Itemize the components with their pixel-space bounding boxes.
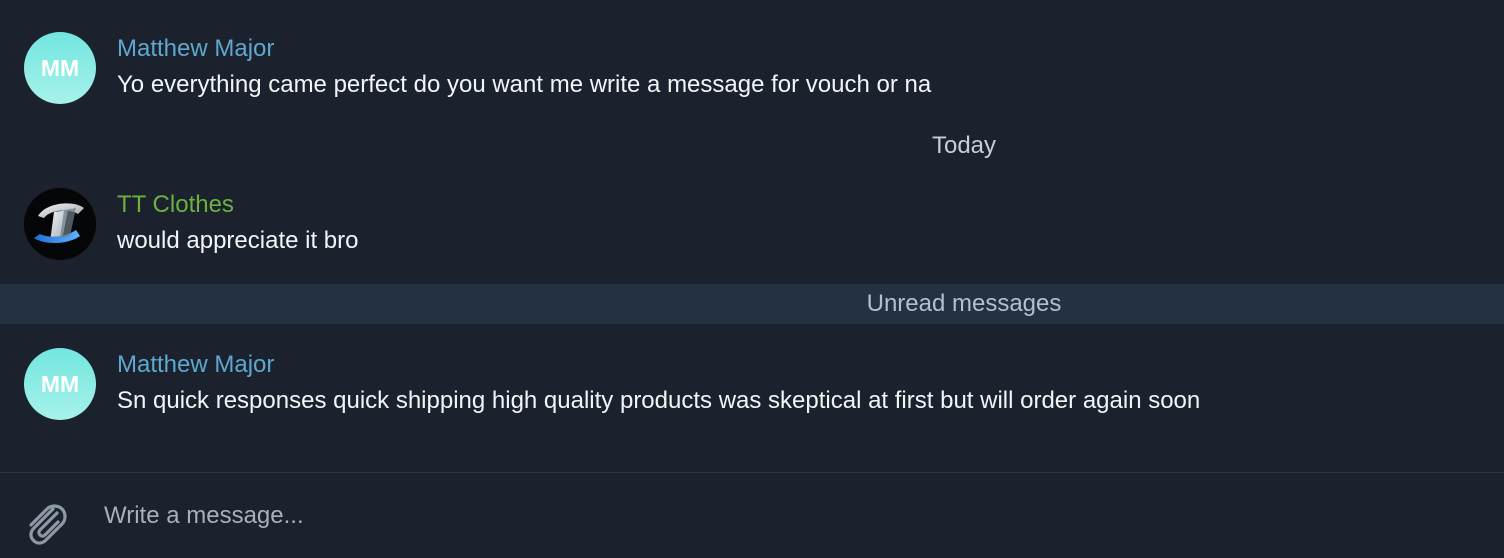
message-item[interactable]: TT Clothes would appreciate it bro <box>0 188 1504 268</box>
avatar[interactable]: MM <box>24 348 96 420</box>
unread-label: Unread messages <box>866 290 1062 317</box>
avatar-initials: MM <box>40 370 80 397</box>
sender-name[interactable]: Matthew Major <box>117 34 274 64</box>
date-separator: Today <box>931 132 997 159</box>
message-composer <box>0 472 1504 558</box>
sender-name[interactable]: TT Clothes <box>117 190 234 220</box>
avatar[interactable]: MM <box>24 32 96 104</box>
message-item[interactable]: MM Matthew Major Sn quick responses quic… <box>0 348 1504 428</box>
avatar[interactable] <box>24 188 96 260</box>
unread-separator: Unread messages <box>0 284 1504 324</box>
tt-logo-icon <box>24 188 96 260</box>
attach-button[interactable] <box>20 497 70 547</box>
message-text: Yo everything came perfect do you want m… <box>117 71 932 98</box>
paperclip-icon <box>29 504 67 545</box>
avatar-initials: MM <box>40 54 80 81</box>
message-list[interactable]: MM Matthew Major Yo everything came perf… <box>0 0 1504 472</box>
sender-name[interactable]: Matthew Major <box>117 350 274 380</box>
chat-window: MM Matthew Major Yo everything came perf… <box>0 0 1504 558</box>
message-text: Sn quick responses quick shipping high q… <box>117 387 1201 414</box>
message-item[interactable]: MM Matthew Major Yo everything came perf… <box>0 32 1504 112</box>
message-input[interactable] <box>104 493 1464 539</box>
message-text: would appreciate it bro <box>117 227 359 254</box>
